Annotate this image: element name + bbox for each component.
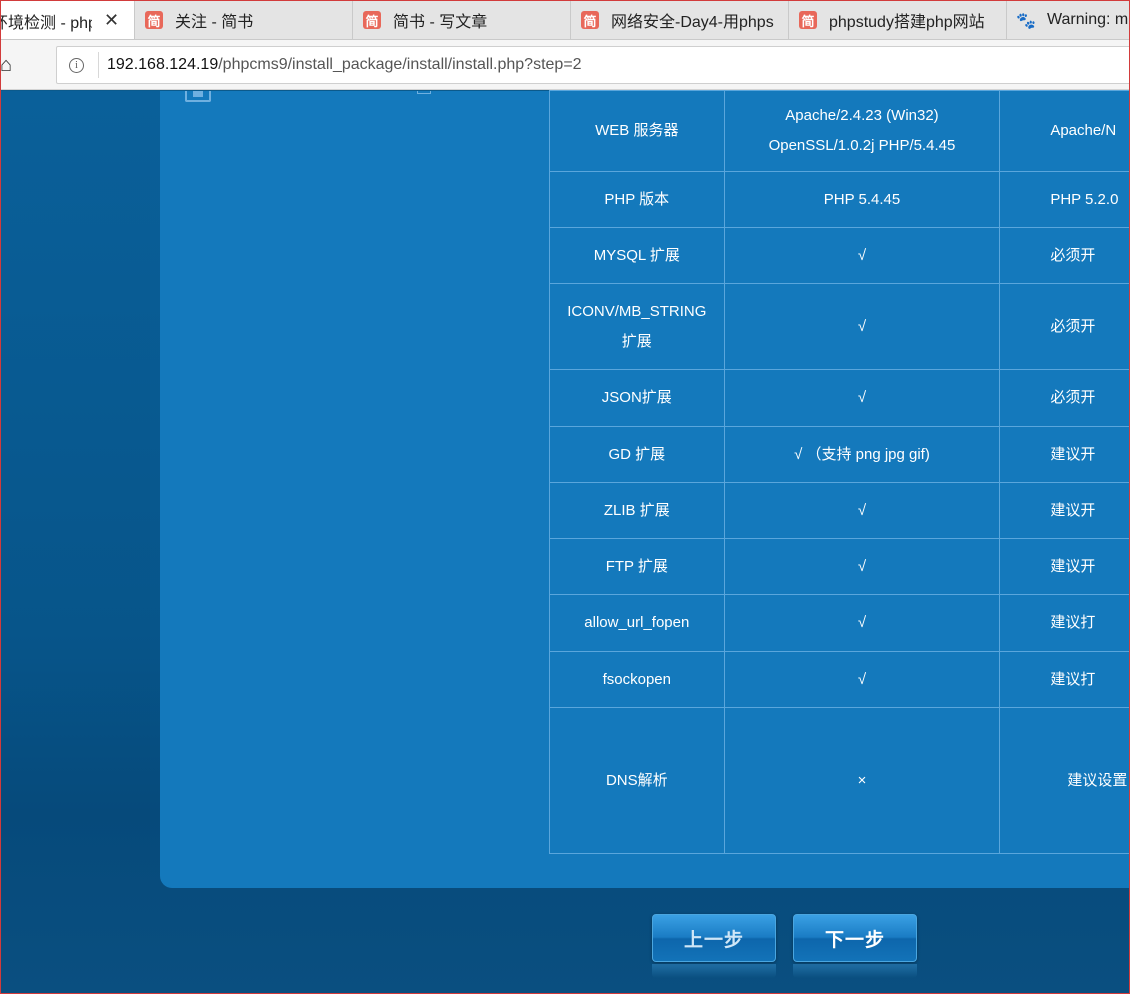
env-item-name: GD 扩展 (549, 426, 725, 483)
tab-jianshu-write[interactable]: 简 简书 - 写文章 (353, 0, 571, 39)
env-row: JSON扩展 √ 必须开 (549, 369, 1130, 427)
env-row: WEB 服务器 Apache/2.4.23 (Win32) OpenSSL/1.0.… (549, 90, 1130, 172)
content-panel: WEB 服务器 Apache/2.4.23 (Win32) OpenSSL/1.0.… (160, 90, 1130, 888)
button-reflection (793, 964, 917, 978)
env-item-name: DNS解析 (549, 707, 725, 854)
button-reflection (652, 964, 776, 978)
env-requirement: Apache/N (999, 90, 1130, 172)
env-row: GD 扩展 √ （支持 png jpg gif) 建议开 (549, 426, 1130, 483)
address-bar-row: ⌂ i 192.168.124.19/phpcms9/install_packa… (0, 40, 1130, 90)
env-current-line: √ (857, 317, 867, 335)
env-requirement: 建议打 (999, 651, 1130, 708)
info-icon[interactable]: i (69, 57, 84, 73)
url-separator (98, 52, 99, 78)
env-current-value: √ (723, 594, 1001, 652)
next-step-button[interactable]: 下一步 (793, 914, 917, 962)
env-current-value: Apache/2.4.23 (Win32) OpenSSL/1.0.2j PHP/… (723, 90, 1001, 172)
url-text: 192.168.124.19/phpcms9/install_package/i… (107, 56, 582, 74)
env-requirement: 建议开 (999, 482, 1130, 539)
env-row: MYSQL 扩展 √ 必须开 (549, 227, 1130, 284)
jianshu-icon: 简 (799, 11, 817, 30)
env-current-line: Apache/2.4.23 (Win32) (785, 107, 939, 124)
tab-label: 关注 - 简书 (175, 14, 254, 31)
env-current-value: PHP 5.4.45 (723, 171, 1001, 228)
env-row: allow_url_fopen √ 建议打 (549, 594, 1130, 652)
environment-check-table: WEB 服务器 Apache/2.4.23 (Win32) OpenSSL/1.0.… (549, 90, 1130, 854)
jianshu-icon: 简 (145, 11, 163, 30)
env-current-value: √ （支持 png jpg gif) (723, 426, 1001, 483)
env-row: DNS解析 × 建议设置 (549, 707, 1130, 854)
env-current-value: √ (723, 369, 1001, 427)
env-item-name: fsockopen (549, 651, 725, 708)
env-requirement: 建议设置 (999, 707, 1130, 854)
env-current-line: √ (857, 670, 867, 688)
env-current-line: PHP 5.4.45 (823, 190, 901, 208)
step-icon (185, 91, 211, 102)
tab-phpstudy[interactable]: 简 phpstudy搭建php网站 (789, 0, 1007, 39)
baidu-paw-icon: 🐾 (1016, 10, 1036, 30)
env-current-value: √ (723, 283, 1001, 370)
env-current-line: √ (857, 557, 867, 575)
tab-security-day4[interactable]: 简 网络安全-Day4-用phps (571, 0, 789, 39)
browser-tab-strip: 环境检测 - php ✕ 简 关注 - 简书 简 简书 - 写文章 简 网络安全… (0, 0, 1130, 40)
url-host: 192.168.124.19 (107, 56, 219, 73)
env-item-name: FTP 扩展 (549, 538, 725, 595)
env-current-value: √ (723, 482, 1001, 539)
install-page: WEB 服务器 Apache/2.4.23 (Win32) OpenSSL/1.0.… (0, 90, 1130, 994)
env-item-name: PHP 版本 (549, 171, 725, 228)
env-current-line: √ (857, 246, 867, 264)
env-current-value: √ (723, 538, 1001, 595)
env-current-line: OpenSSL/1.0.2j PHP/5.4.45 (768, 137, 956, 154)
tab-label: Warning: m (1047, 11, 1129, 28)
env-current-value: √ (723, 227, 1001, 284)
env-requirement: PHP 5.2.0 (999, 171, 1130, 228)
step-icon (417, 91, 431, 94)
tab-label: 网络安全-Day4-用phps (611, 14, 774, 31)
tab-label: 简书 - 写文章 (393, 14, 488, 31)
env-requirement: 必须开 (999, 283, 1130, 370)
home-icon[interactable]: ⌂ (0, 54, 22, 76)
env-item-name: WEB 服务器 (549, 90, 725, 172)
env-item-name: ICONV/MB_STRING 扩展 (549, 283, 725, 370)
env-item-name: MYSQL 扩展 (549, 227, 725, 284)
env-current-line: × (857, 771, 867, 789)
env-row: fsockopen √ 建议打 (549, 651, 1130, 708)
env-current-value: × (723, 707, 1001, 854)
env-item-name: JSON扩展 (549, 369, 725, 427)
env-row: ICONV/MB_STRING 扩展 √ 必须开 (549, 283, 1130, 370)
env-requirement: 建议开 (999, 426, 1130, 483)
url-path: /phpcms9/install_package/install/install… (218, 56, 582, 73)
close-icon[interactable]: ✕ (104, 10, 119, 31)
tab-label: 环境检测 - php (0, 14, 92, 32)
jianshu-icon: 简 (363, 11, 381, 30)
env-item-name: ZLIB 扩展 (549, 482, 725, 539)
url-field[interactable]: i 192.168.124.19/phpcms9/install_package… (56, 46, 1130, 84)
env-current-value: √ (723, 651, 1001, 708)
env-requirement: 建议开 (999, 538, 1130, 595)
env-requirement: 必须开 (999, 227, 1130, 284)
jianshu-icon: 简 (581, 11, 599, 30)
env-requirement: 建议打 (999, 594, 1130, 652)
env-current-line: √ (857, 501, 867, 519)
env-current-line: √ (857, 614, 867, 631)
tab-warning[interactable]: 🐾 Warning: m (1007, 0, 1130, 39)
env-current-line: √ （支持 png jpg gif) (794, 445, 930, 463)
env-requirement: 必须开 (999, 369, 1130, 427)
prev-step-button[interactable]: 上一步 (652, 914, 776, 962)
tab-env-check[interactable]: 环境检测 - php ✕ (0, 0, 135, 39)
env-row: FTP 扩展 √ 建议开 (549, 538, 1130, 595)
env-row: PHP 版本 PHP 5.4.45 PHP 5.2.0 (549, 171, 1130, 228)
env-item-name: allow_url_fopen (549, 594, 725, 652)
env-row: ZLIB 扩展 √ 建议开 (549, 482, 1130, 539)
tab-label: phpstudy搭建php网站 (829, 14, 985, 31)
env-current-line: √ (857, 389, 867, 406)
tab-jianshu-follow[interactable]: 简 关注 - 简书 (135, 0, 353, 39)
